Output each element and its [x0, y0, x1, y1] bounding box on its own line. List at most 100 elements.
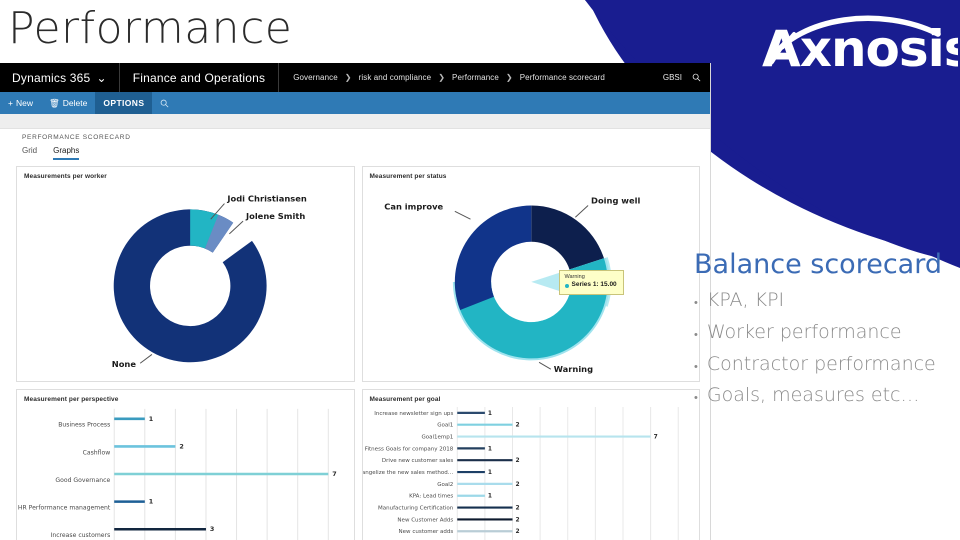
bars — [114, 417, 329, 531]
bar-chart-measurement-per-goal[interactable]: Increase newsletter sign ups Goal1 Goal1… — [355, 403, 700, 540]
bullet-icon: • — [694, 295, 698, 309]
company-label[interactable]: GBSI — [663, 73, 682, 82]
bar-label: Good Governance — [55, 477, 110, 484]
bullet-icon: • — [694, 359, 698, 373]
product-menu[interactable]: Dynamics 365 ⌄ — [0, 71, 119, 85]
options-button-label: OPTIONS — [103, 98, 145, 108]
chart-title: Measurement per status — [369, 173, 447, 180]
search-icon — [161, 99, 169, 107]
bar-label: Goal1 — [437, 423, 453, 429]
bar-label: Manufacturing Certification — [377, 506, 453, 512]
view-tabs: Grid Graphs — [22, 146, 688, 160]
balance-scorecard-panel: Balance scorecard • KPA, KPI • Worker pe… — [694, 250, 960, 412]
list-item: • KPA, KPI — [694, 285, 960, 317]
donut-label-jolene: Jolene Smith — [245, 211, 305, 221]
bar-value: 1 — [149, 415, 154, 423]
bar-value: 3 — [210, 525, 214, 533]
panel-heading: Balance scorecard — [694, 249, 942, 280]
action-toolbar: + New 🗑 Delete OPTIONS — [0, 92, 710, 114]
slide-title: Performance — [8, 3, 293, 54]
module-name[interactable]: Finance and Operations — [120, 71, 278, 85]
bar-value: 2 — [515, 517, 519, 523]
chevron-down-icon: ⌄ — [96, 70, 107, 85]
bar-value: 1 — [487, 411, 491, 417]
bar-chart-measurement-per-perspective[interactable]: Business Process Cashflow Good Governanc… — [17, 403, 354, 540]
chart-card-measurement-per-status: Measurement per status Doing well Can im… — [361, 166, 700, 382]
list-item: • Goals, measures etc… — [694, 380, 960, 412]
breadcrumb-item-governance[interactable]: Governance — [293, 73, 338, 82]
bar-label: Drive new customer sales — [381, 458, 453, 464]
breadcrumb-item-risk-and-compliance[interactable]: risk and compliance — [359, 73, 432, 82]
bars — [456, 411, 651, 533]
bar-label: HR Performance management — [18, 505, 111, 512]
new-button-label: New — [15, 98, 33, 108]
bar-label: Increase newsletter sign ups — [374, 411, 453, 417]
bar-value: 7 — [653, 435, 657, 441]
list-item: • Contractor performance — [694, 349, 960, 381]
page-title: PERFORMANCE SCORECARD — [22, 134, 131, 141]
donut-chart-measurement-per-status[interactable]: Doing well Can improve Warning — [363, 180, 700, 376]
bullet-label: KPA, KPI — [706, 288, 785, 311]
app-navbar: Dynamics 365 ⌄ Finance and Operations Go… — [0, 63, 710, 92]
donut-label-doing-well: Doing well — [591, 196, 640, 206]
trash-icon: 🗑 — [48, 98, 60, 108]
tab-grid[interactable]: Grid — [22, 146, 37, 160]
bar-value: 1 — [487, 494, 491, 500]
search-icon[interactable] — [692, 73, 701, 82]
chart-tooltip: Warning Series 1: 15.00 — [558, 270, 624, 296]
chevron-right-icon: ❯ — [505, 73, 513, 82]
navbar-right: GBSI — [663, 73, 710, 82]
chevron-right-icon: ❯ — [438, 73, 446, 82]
bullet-label: Worker performance — [706, 320, 902, 343]
chart-title: Measurements per worker — [24, 173, 107, 180]
donut-chart-measurements-per-worker[interactable]: Jodi Christiansen Jolene Smith None — [17, 180, 354, 376]
bar-label: Fitness Goals for company 2018 — [364, 446, 453, 452]
bar-label: New customer adds — [398, 529, 453, 535]
charts-grid: Measurements per worker Jodi Christianse… — [0, 160, 710, 540]
tab-graphs[interactable]: Graphs — [53, 146, 80, 160]
list-item: • Worker performance — [694, 317, 960, 349]
tooltip-series-marker — [564, 283, 569, 288]
bullet-label: Contractor performance — [706, 352, 936, 375]
svg-text:Axnosis: Axnosis — [762, 20, 958, 78]
page-header: PERFORMANCE SCORECARD Grid Graphs — [0, 129, 710, 160]
bar-value: 2 — [179, 442, 183, 450]
plus-icon: + — [8, 98, 13, 108]
product-label: Dynamics 365 — [12, 70, 91, 85]
bullet-icon: • — [694, 391, 698, 405]
bullet-icon: • — [694, 327, 698, 341]
chart-title: Measurement per goal — [369, 396, 441, 403]
filter-bar — [0, 114, 710, 129]
donut-label-none: None — [112, 359, 137, 369]
breadcrumb-item-performance-scorecard[interactable]: Performance scorecard — [520, 73, 605, 82]
bar-label: KPA: Lead times — [409, 494, 453, 500]
new-button[interactable]: + New — [0, 92, 41, 114]
delete-button[interactable]: 🗑 Delete — [41, 92, 95, 114]
chart-card-measurements-per-worker: Measurements per worker Jodi Christianse… — [16, 166, 355, 382]
bar-label: Cashflow — [83, 449, 111, 456]
bar-label: New Customer Adds — [397, 517, 453, 523]
bar-value: 2 — [515, 529, 519, 535]
breadcrumb: Governance ❯ risk and compliance ❯ Perfo… — [279, 73, 605, 82]
breadcrumb-item-performance[interactable]: Performance — [452, 73, 499, 82]
axnosis-logo: Axnosis — [762, 15, 958, 78]
bar-value: 7 — [332, 470, 336, 478]
options-button[interactable]: OPTIONS — [95, 92, 153, 114]
dynamics365-screenshot: Dynamics 365 ⌄ Finance and Operations Go… — [0, 63, 711, 540]
chart-title: Measurement per perspective — [24, 396, 119, 403]
bullet-label: Goals, measures etc… — [706, 384, 920, 407]
bar-value: 2 — [515, 482, 519, 488]
chevron-right-icon: ❯ — [344, 73, 352, 82]
bar-value: 2 — [515, 506, 519, 512]
bar-label: Increase customers — [51, 532, 111, 539]
bar-label: Business Process — [58, 422, 110, 429]
tooltip-series-value: Series 1: 15.00 — [571, 281, 617, 289]
toolbar-search-button[interactable] — [152, 92, 177, 114]
delete-button-label: Delete — [62, 98, 88, 108]
panel-bullet-list: • KPA, KPI • Worker performance • Contra… — [694, 285, 960, 413]
bar-value: 1 — [487, 470, 491, 476]
chart-card-measurement-per-perspective: Measurement per perspective Business Pro… — [16, 389, 355, 540]
bar-value: 2 — [515, 423, 519, 429]
donut-label-jodi: Jodi Christiansen — [226, 194, 306, 204]
donut-label-can-improve: Can improve — [384, 201, 443, 211]
